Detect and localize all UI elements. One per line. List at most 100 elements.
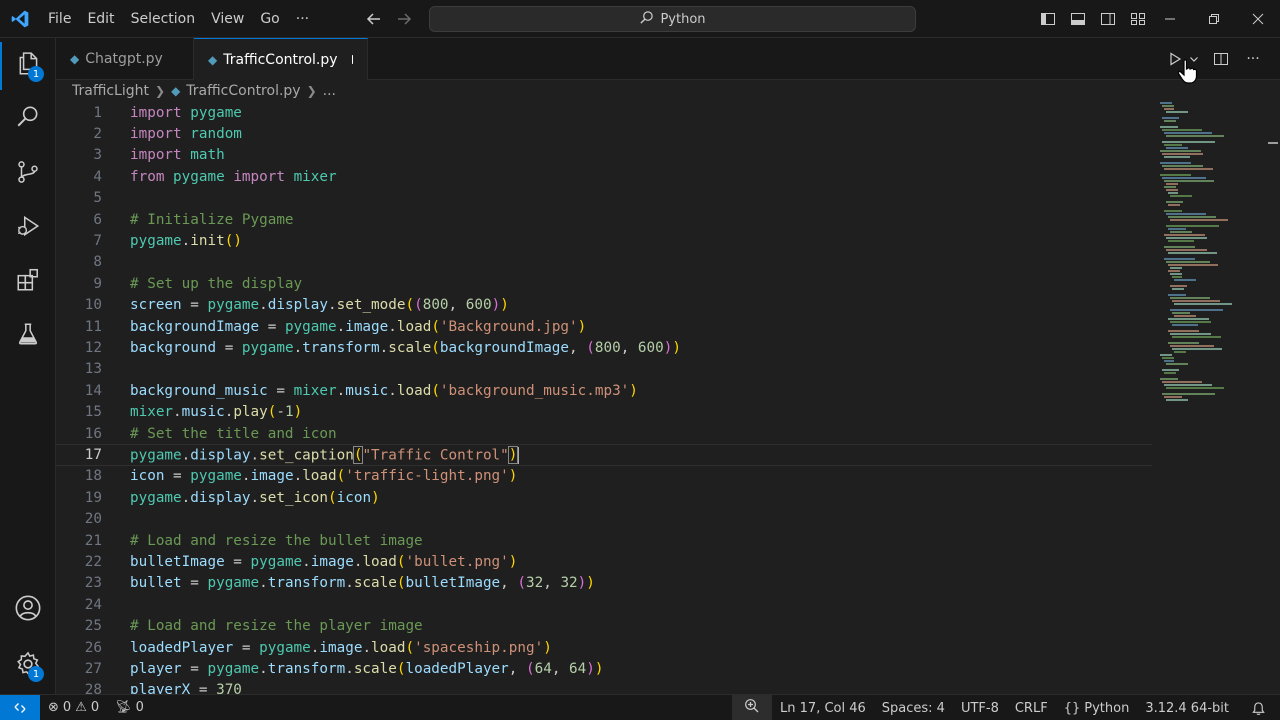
minimap[interactable] (1156, 102, 1266, 694)
breadcrumb-folder[interactable]: TrafficLight (72, 83, 149, 99)
customize-layout-icon[interactable] (1126, 6, 1150, 32)
code-line[interactable]: 14 background_music = mixer.music.load('b… (56, 380, 1152, 401)
toggle-secondary-sidebar-icon[interactable] (1096, 6, 1120, 32)
encoding[interactable]: UTF-8 (953, 695, 1007, 720)
code-line[interactable]: 6 # Initialize Pygame (56, 209, 1152, 230)
code-line[interactable]: 8 (56, 252, 1152, 273)
line-number: 24 (84, 596, 102, 613)
line-number: 23 (84, 575, 102, 592)
search-view-button[interactable] (0, 94, 56, 142)
tab-trafficcontrol-py[interactable]: ◆ TrafficControl.py (194, 38, 368, 80)
explorer-button[interactable]: 1 (0, 42, 56, 90)
menu-view[interactable]: View (203, 0, 252, 38)
minimap-line (1162, 393, 1216, 395)
language-mode[interactable]: {} Python (1056, 695, 1138, 720)
line-number: 13 (84, 361, 102, 378)
minimap-line (1166, 363, 1188, 365)
cursor-position[interactable]: Ln 17, Col 46 (772, 695, 874, 720)
remote-indicator-icon[interactable] (0, 694, 40, 720)
line-number: 5 (93, 190, 102, 207)
tab-chatgpt-py[interactable]: ◆ Chatgpt.py (56, 38, 194, 80)
code-line[interactable]: 12 background = pygame.transform.scale(ba… (56, 337, 1152, 358)
line-number: 9 (93, 275, 102, 292)
code-line[interactable]: 22 bulletImage = pygame.image.load('bulle… (56, 551, 1152, 572)
manage-badge: 1 (28, 666, 44, 682)
arrow-left-icon[interactable] (363, 8, 385, 30)
code-line[interactable]: 17 pygame.display.set_caption("Traffic Co… (56, 444, 1152, 466)
code-line[interactable]: 13 (56, 359, 1152, 380)
menu-more[interactable]: ··· (288, 0, 317, 38)
testing-button[interactable] (0, 312, 56, 360)
indentation[interactable]: Spaces: 4 (874, 695, 953, 720)
code-line[interactable]: 24 (56, 594, 1152, 615)
code-line[interactable]: 26 loadedPlayer = pygame.image.load('spac… (56, 637, 1152, 658)
problems-indicator[interactable]: ⊗ 0 ⚠ 0 (40, 695, 107, 720)
minimize-icon[interactable] (1148, 0, 1192, 38)
menu-file[interactable]: File (40, 0, 79, 38)
source-control-button[interactable] (0, 150, 56, 198)
minimap-line (1164, 246, 1195, 248)
minimap-line (1162, 381, 1202, 383)
minimap-line (1170, 231, 1192, 233)
code-line[interactable]: 1 import pygame (56, 102, 1152, 123)
minimap-line (1168, 270, 1180, 272)
ports-indicator[interactable]: 📡︎ 0 (107, 695, 152, 720)
toggle-panel-icon[interactable] (1066, 6, 1090, 32)
code-line[interactable]: 16 # Set the title and icon (56, 423, 1152, 444)
minimap-line (1174, 303, 1232, 305)
menu-edit[interactable]: Edit (79, 0, 122, 38)
code-line[interactable]: 28 playerX = 370 (56, 680, 1152, 694)
code-editor[interactable]: 1 import pygame 2 import random 3 import math… (56, 102, 1156, 694)
code-line[interactable]: 27 player = pygame.transform.scale(loaded… (56, 658, 1152, 679)
python-interpreter[interactable]: 3.12.4 64-bit (1137, 695, 1237, 720)
code-line[interactable]: 9 # Set up the display (56, 273, 1152, 294)
minimap-line (1164, 210, 1182, 212)
warning-count: 0 (90, 700, 100, 715)
code-text: player = pygame.transform.scale(loadedPl… (130, 661, 604, 678)
command-center-search[interactable]: Python (429, 6, 916, 32)
extensions-button[interactable] (0, 258, 56, 306)
close-icon[interactable] (1236, 0, 1280, 38)
line-number: 20 (84, 511, 102, 528)
restore-icon[interactable] (1192, 0, 1236, 38)
code-line[interactable]: 23 bullet = pygame.transform.scale(bullet… (56, 573, 1152, 594)
code-line[interactable]: 7 pygame.init() (56, 230, 1152, 251)
python-file-icon: ◆ (171, 84, 181, 98)
minimap-line (1164, 186, 1176, 188)
code-line[interactable]: 18 icon = pygame.image.load('traffic-ligh… (56, 466, 1152, 487)
code-line[interactable]: 25 # Load and resize the player image (56, 616, 1152, 637)
arrow-right-icon[interactable] (393, 8, 415, 30)
code-line[interactable]: 15 mixer.music.play(-1) (56, 402, 1152, 423)
run-debug-button[interactable] (0, 204, 56, 252)
menu-selection[interactable]: Selection (123, 0, 204, 38)
run-debug-icon (15, 213, 41, 243)
minimap-line (1162, 153, 1203, 155)
unsaved-changes-dot[interactable] (351, 55, 353, 64)
code-line[interactable]: 3 import math (56, 145, 1152, 166)
code-text: # Set the title and icon (130, 425, 337, 442)
breadcrumb-more[interactable]: ... (323, 83, 336, 99)
minimap-line (1160, 174, 1191, 176)
ports-count: 0 (135, 700, 144, 715)
code-line[interactable]: 5 (56, 188, 1152, 209)
code-text: # Set up the display (130, 275, 303, 292)
code-line[interactable]: 21 # Load and resize the bullet image (56, 530, 1152, 551)
code-line[interactable]: 19 pygame.display.set_icon(icon) (56, 487, 1152, 508)
manage-button[interactable]: 1 (0, 642, 56, 690)
code-line[interactable]: 11 backgroundImage = pygame.image.load('B… (56, 316, 1152, 337)
toggle-sidebar-icon[interactable] (1036, 6, 1060, 32)
more-actions-icon[interactable]: ··· (1242, 48, 1264, 70)
zoom-indicator[interactable] (732, 695, 773, 720)
breadcrumb-file[interactable]: TrafficControl.py (186, 83, 300, 99)
menu-go[interactable]: Go (252, 0, 287, 38)
code-line[interactable]: 2 import random (56, 123, 1152, 144)
code-line[interactable]: 20 (56, 509, 1152, 530)
split-editor-icon[interactable] (1210, 48, 1232, 70)
end-of-line[interactable]: CRLF (1007, 695, 1056, 720)
code-line[interactable]: 4 from pygame import mixer (56, 166, 1152, 187)
explorer-badge: 1 (28, 66, 44, 82)
code-line[interactable]: 10 screen = pygame.display.set_mode((800,… (56, 295, 1152, 316)
minimap-line (1166, 399, 1188, 401)
account-button[interactable] (0, 586, 56, 634)
notifications-bell-icon[interactable] (1237, 695, 1280, 720)
